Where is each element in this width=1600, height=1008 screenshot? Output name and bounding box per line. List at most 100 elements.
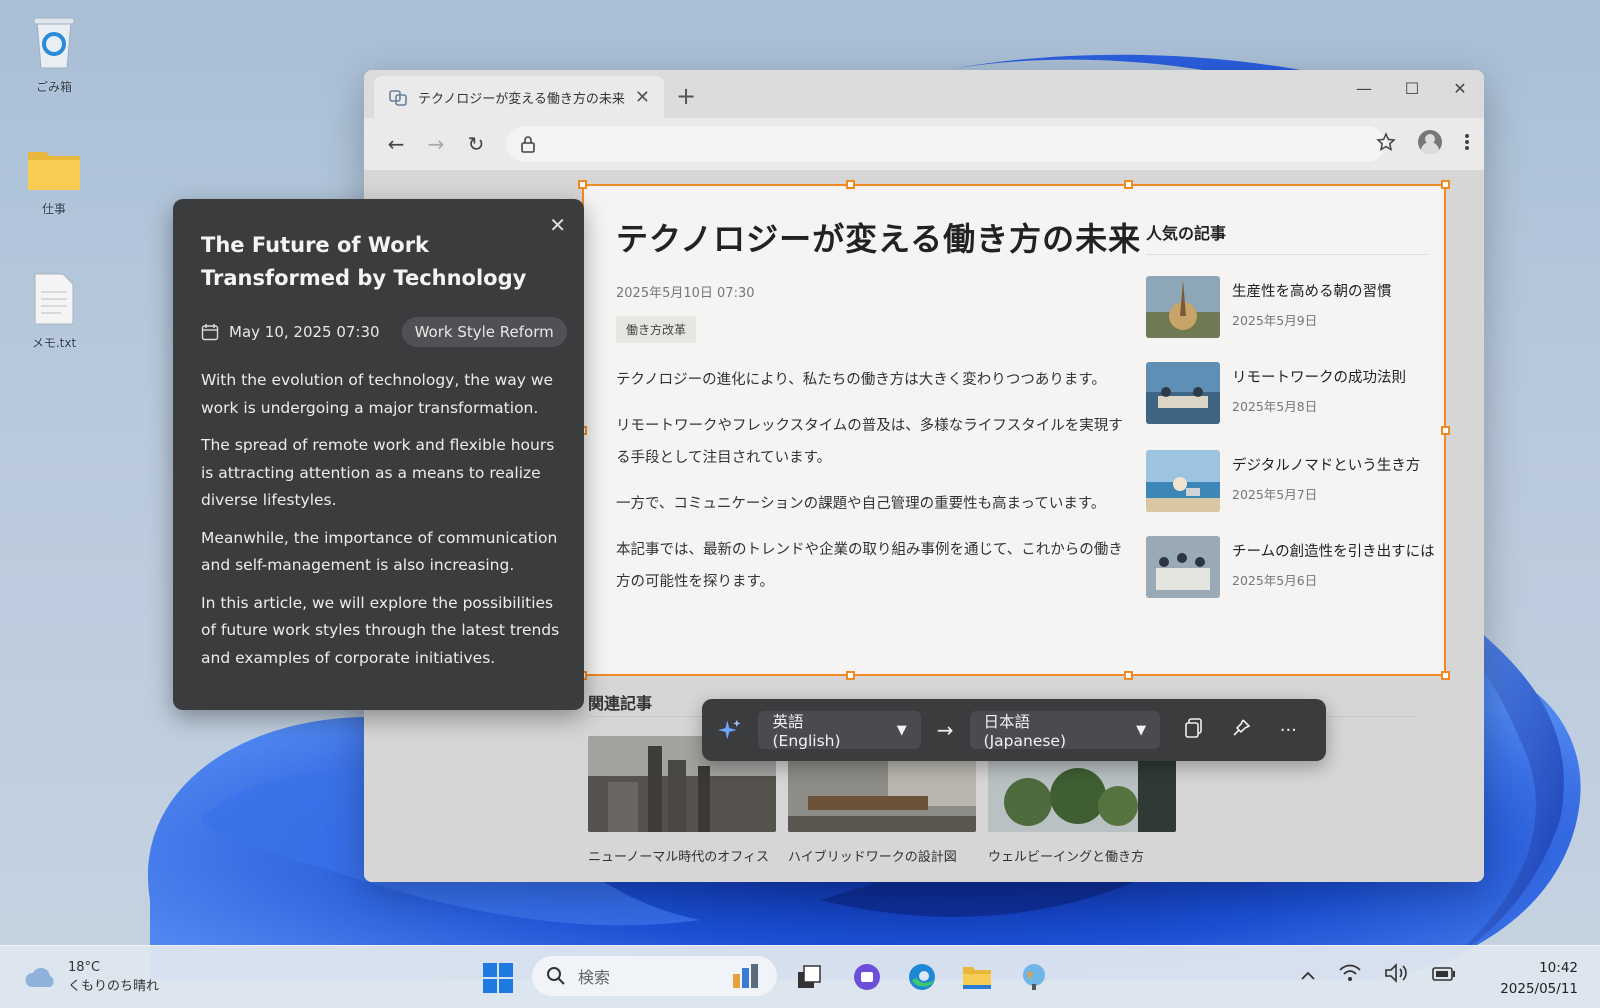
article-title: テクノロジーが変える働き方の未来	[616, 220, 1142, 258]
minimize-button[interactable]: —	[1340, 70, 1388, 106]
text-file-icon	[34, 273, 74, 325]
target-language-label: 日本語 (Japanese)	[983, 713, 1067, 750]
related-title: ニューノーマル時代のオフィス	[588, 850, 769, 865]
popular-title: 生産性を高める朝の習慣	[1232, 284, 1392, 300]
bookmark-star-icon[interactable]	[1376, 132, 1396, 152]
calendar-icon	[201, 324, 219, 341]
popular-thumbnail	[1146, 536, 1220, 598]
desktop-icon-recycle-bin[interactable]: ごみ箱	[18, 14, 90, 95]
menu-kebab-icon[interactable]	[1464, 132, 1470, 152]
translate-toolbar: 英語 (English) ▼ → 日本語 (Japanese) ▼ ···	[702, 699, 1326, 761]
desktop-icon-folder[interactable]: 仕事	[18, 146, 90, 217]
selection-handle[interactable]	[578, 180, 587, 189]
edge-browser-icon[interactable]	[905, 960, 939, 994]
selection-handle[interactable]	[846, 180, 855, 189]
battery-icon[interactable]	[1432, 965, 1456, 986]
popular-title: デジタルノマドという生き方	[1232, 458, 1421, 474]
back-button[interactable]: ←	[376, 132, 416, 156]
source-language-select[interactable]: 英語 (English) ▼	[758, 711, 921, 750]
search-icon	[547, 967, 565, 985]
selection-handle[interactable]	[1441, 426, 1450, 435]
tab-article[interactable]: テクノロジーが変える働き方の未来 ✕	[374, 76, 664, 118]
popular-thumbnail	[1146, 450, 1220, 512]
profile-avatar[interactable]	[1418, 130, 1442, 154]
tab-close-icon[interactable]: ✕	[635, 87, 650, 108]
translated-meta: May 10, 2025 07:30 Work Style Reform	[201, 317, 567, 347]
translated-paragraph: Meanwhile, the importance of communicati…	[201, 528, 558, 575]
popular-heading: 人気の記事	[1146, 224, 1227, 243]
article-paragraph: リモートワークやフレックスタイムの普及は、多様なライフスタイルを実現する手段とし…	[616, 418, 1123, 466]
popular-date: 2025年5月8日	[1232, 399, 1318, 414]
translated-title: The Future of Work Transformed by Techno…	[201, 233, 527, 290]
new-tab-button[interactable]: +	[676, 82, 696, 110]
address-bar[interactable]	[506, 126, 1386, 162]
reload-button[interactable]: ↻	[456, 132, 496, 156]
more-options-icon[interactable]: ···	[1265, 720, 1312, 741]
popular-date: 2025年5月7日	[1232, 487, 1318, 502]
chat-app-icon[interactable]	[850, 960, 884, 994]
recycle-bin-icon	[33, 17, 75, 69]
selection-handle[interactable]	[846, 671, 855, 680]
cloud-icon	[25, 968, 54, 987]
weather-widget[interactable]: 18°C くもりのち晴れ	[24, 958, 159, 996]
file-explorer-icon[interactable]	[960, 960, 994, 994]
selection-handle[interactable]	[1441, 180, 1450, 189]
translator-app-icon[interactable]	[1017, 960, 1051, 994]
taskbar-search[interactable]: 検索	[532, 956, 777, 996]
widgets-chart-icon	[733, 964, 758, 988]
popular-title: リモートワークの成功法則	[1232, 370, 1406, 386]
arrow-right-icon: →	[936, 718, 954, 742]
translated-paragraph: With the evolution of technology, the wa…	[201, 371, 554, 417]
translated-paragraph: In this article, we will explore the pos…	[201, 593, 560, 667]
translated-paragraph: The spread of remote work and flexible h…	[201, 436, 555, 509]
desktop-icon-label: ごみ箱	[35, 80, 72, 94]
popular-title: チームの創造性を引き出すには	[1232, 544, 1435, 560]
start-windows-icon[interactable]	[483, 963, 513, 993]
close-icon[interactable]: ✕	[549, 213, 566, 237]
translate-tab-icon	[389, 90, 407, 106]
related-title: ハイブリッドワークの設計図	[788, 850, 957, 865]
article-paragraph: テクノロジーの進化により、私たちの働き方は大きく変わりつつあります。	[616, 372, 1106, 388]
translated-tag[interactable]: Work Style Reform	[401, 317, 567, 347]
popular-item[interactable]: チームの創造性を引き出すには 2025年5月6日	[1146, 536, 1446, 600]
article-tag[interactable]: 働き方改革	[616, 316, 697, 343]
window-controls: — ☐ ✕	[1340, 70, 1484, 106]
folder-icon	[28, 152, 80, 190]
sparkle-icon[interactable]	[716, 716, 742, 744]
related-heading: 関連記事	[588, 694, 653, 713]
selection-handle[interactable]	[1124, 180, 1133, 189]
popular-item[interactable]: デジタルノマドという生き方 2025年5月7日	[1146, 450, 1446, 514]
copy-icon[interactable]	[1170, 717, 1217, 743]
search-placeholder: 検索	[578, 968, 611, 987]
forward-button[interactable]: →	[416, 132, 456, 156]
tab-bar: テクノロジーが変える働き方の未来 ✕ + — ☐ ✕	[364, 70, 1484, 118]
volume-icon[interactable]	[1384, 963, 1410, 988]
popular-thumbnail	[1146, 276, 1220, 338]
maximize-button[interactable]: ☐	[1388, 70, 1436, 106]
divider	[1146, 254, 1428, 255]
pin-icon[interactable]	[1217, 718, 1264, 743]
target-language-select[interactable]: 日本語 (Japanese) ▼	[969, 711, 1161, 750]
task-view-icon[interactable]	[792, 960, 826, 994]
popular-date: 2025年5月6日	[1232, 573, 1318, 588]
selection-handle[interactable]	[1124, 671, 1133, 680]
wifi-icon[interactable]	[1338, 964, 1362, 987]
desktop-icon-text-file[interactable]: メモ.txt	[18, 272, 90, 351]
lock-icon	[521, 136, 535, 153]
clock-time: 10:42	[1539, 960, 1578, 976]
article-date: 2025年5月10日 07:30	[616, 286, 755, 301]
selected-article-region[interactable]: テクノロジーが変える働き方の未来 2025年5月10日 07:30 働き方改革 …	[578, 180, 1450, 680]
system-clock[interactable]: 10:42 2025/05/11	[1500, 958, 1578, 1000]
popular-date: 2025年5月9日	[1232, 313, 1318, 328]
source-language-label: 英語 (English)	[772, 713, 841, 750]
popular-item[interactable]: リモートワークの成功法則 2025年5月8日	[1146, 362, 1446, 426]
translated-body: With the evolution of technology, the wa…	[201, 367, 561, 682]
popular-item[interactable]: 生産性を高める朝の習慣 2025年5月9日	[1146, 276, 1446, 340]
taskbar: 18°C くもりのち晴れ 検索 10:42 2025/05/11	[0, 945, 1600, 1008]
close-window-button[interactable]: ✕	[1436, 70, 1484, 106]
chevron-up-icon[interactable]	[1300, 965, 1316, 986]
selection-handle[interactable]	[1441, 671, 1450, 680]
tab-title: テクノロジーが変える働き方の未来	[418, 91, 625, 107]
weather-desc: くもりのち晴れ	[68, 979, 160, 994]
translation-panel: ✕ The Future of Work Transformed by Tech…	[173, 199, 584, 710]
